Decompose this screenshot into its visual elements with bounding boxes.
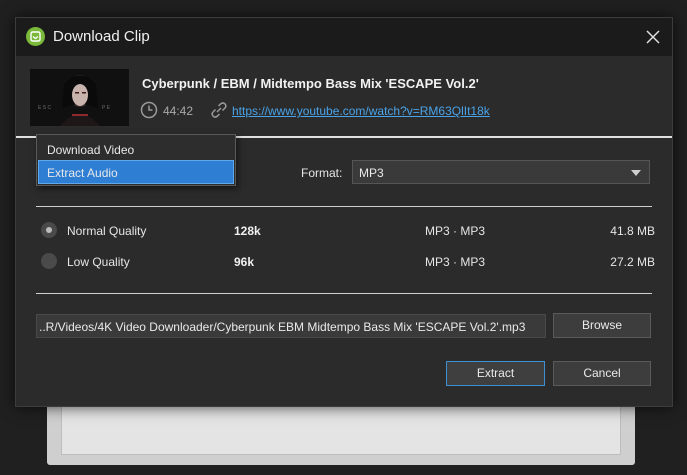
quality-size: 27.2 MB <box>610 255 655 269</box>
quality-radio-normal[interactable] <box>41 222 57 238</box>
svg-text:P E: P E <box>102 105 111 111</box>
link-icon <box>211 102 227 118</box>
video-thumbnail: E S C P E <box>30 69 129 126</box>
quality-size: 41.8 MB <box>610 224 655 238</box>
svg-text:E S C: E S C <box>38 105 51 111</box>
quality-label: Normal Quality <box>67 224 147 238</box>
chevron-down-icon <box>631 170 641 176</box>
close-button[interactable] <box>638 22 668 52</box>
format-select-value: MP3 <box>359 166 384 180</box>
quality-row-normal[interactable]: Normal Quality 128k MP3 · MP3 41.8 MB <box>16 220 672 242</box>
quality-format: MP3 · MP3 <box>425 255 486 269</box>
menu-item-label: Download Video <box>47 143 135 157</box>
quality-bitrate: 96k <box>234 255 255 269</box>
close-icon <box>646 30 660 44</box>
quality-label: Low Quality <box>67 255 130 269</box>
video-url-link[interactable]: https://www.youtube.com/watch?v=RM63QlIt… <box>232 104 490 118</box>
clock-icon <box>140 101 158 119</box>
menu-item-extract-audio[interactable]: Extract Audio <box>38 160 234 184</box>
dialog-title: Download Clip <box>53 28 150 45</box>
quality-row-low[interactable]: Low Quality 96k MP3 · MP3 27.2 MB <box>16 251 672 273</box>
output-path-field[interactable]: ..R/Videos/4K Video Downloader/Cyberpunk… <box>36 314 546 338</box>
menu-item-label: Extract Audio <box>47 166 118 180</box>
background-window-content <box>61 403 621 455</box>
app-logo-icon <box>26 27 45 46</box>
download-clip-dialog: Download Clip E S C P E Cyberpunk / EBM … <box>15 17 673 407</box>
format-divider <box>36 206 652 207</box>
quality-format: MP3 · MP3 <box>425 224 486 238</box>
mode-dropdown-menu: Download Video Extract Audio <box>36 134 236 186</box>
quality-divider <box>36 293 652 294</box>
extract-button[interactable]: Extract <box>446 361 545 386</box>
output-path-value: ..R/Videos/4K Video Downloader/Cyberpunk… <box>39 320 526 334</box>
video-title: Cyberpunk / EBM / Midtempo Bass Mix 'ESC… <box>142 76 479 91</box>
video-duration: 44:42 <box>163 104 194 118</box>
browse-button[interactable]: Browse <box>553 313 651 338</box>
quality-bitrate: 128k <box>234 224 261 238</box>
menu-item-download-video[interactable]: Download Video <box>38 137 234 161</box>
format-select[interactable]: MP3 <box>352 160 650 184</box>
cancel-button[interactable]: Cancel <box>553 361 651 386</box>
title-bar: Download Clip <box>16 18 672 56</box>
quality-radio-low[interactable] <box>41 253 57 269</box>
format-label: Format: <box>301 166 343 180</box>
